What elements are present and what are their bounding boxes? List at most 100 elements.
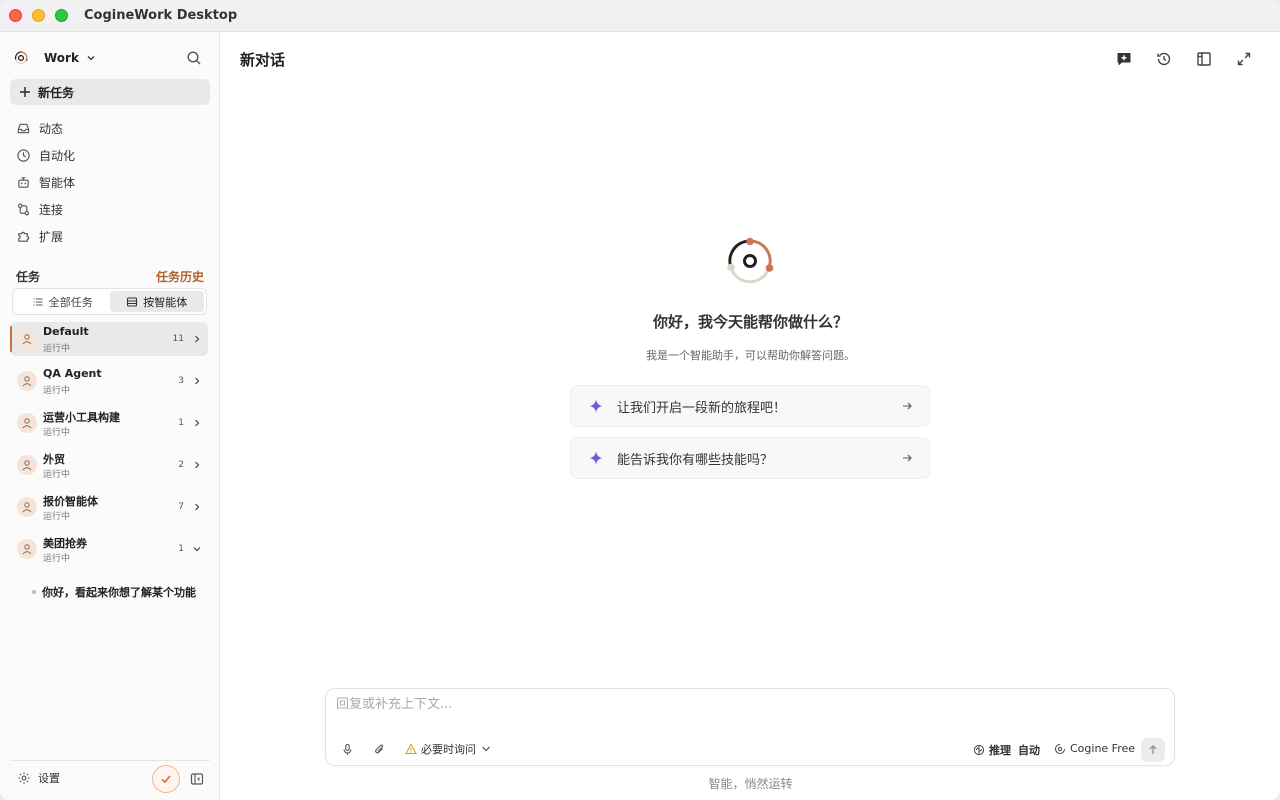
maximize-window-button[interactable] — [55, 9, 68, 22]
connection-icon — [17, 203, 30, 216]
avatar — [17, 371, 37, 391]
agent-status: 运行中 — [43, 512, 71, 522]
chevron-right-icon[interactable] — [192, 376, 202, 386]
sidebar-item-connections[interactable]: 连接 — [10, 196, 210, 223]
layout-panel-icon[interactable] — [1195, 50, 1213, 68]
avatar — [17, 455, 37, 475]
subtask-item[interactable]: 你好，看起来你想了解某个功能 — [32, 584, 204, 600]
sidebar-item-agents[interactable]: 智能体 — [10, 169, 210, 196]
suggestion-card-2[interactable]: 能告诉我你有哪些技能吗？ — [570, 437, 930, 479]
plus-icon — [20, 87, 30, 97]
history-icon[interactable] — [1155, 50, 1173, 68]
user-icon — [22, 418, 32, 429]
suggestion-text: 能告诉我你有哪些技能吗？ — [617, 452, 774, 468]
chevron-right-icon[interactable] — [192, 418, 202, 428]
agent-task-count: 11 — [172, 334, 184, 344]
send-button[interactable] — [1141, 738, 1165, 762]
tab-by-agent[interactable]: 按智能体 — [109, 291, 204, 312]
assistant-logo-icon — [727, 237, 774, 284]
check-icon — [161, 775, 171, 784]
page-title: 新对话 — [240, 51, 286, 69]
sidebar-item-label: 智能体 — [39, 176, 76, 190]
chevron-down-icon[interactable] — [192, 544, 202, 554]
subtask-title: 你好，看起来你想了解某个功能 — [42, 586, 196, 599]
collapse-sidebar-icon[interactable] — [190, 772, 204, 786]
chevron-right-icon[interactable] — [192, 334, 202, 344]
suggestion-card-1[interactable]: 让我们开启一段新的旅程吧！ — [570, 385, 930, 427]
task-status-button[interactable] — [152, 765, 180, 793]
chevron-down-icon — [87, 56, 95, 61]
agent-name: Default — [43, 325, 89, 338]
agent-item-foreign-trade[interactable]: 外贸 运行中 2 — [10, 448, 208, 482]
sidebar-item-label: 自动化 — [39, 149, 76, 163]
greeting-subtitle: 我是一个智能助手，可以帮助你解答问题。 — [646, 349, 855, 362]
robot-icon — [18, 177, 29, 188]
tasks-section-header: 任务 任务历史 — [16, 268, 204, 285]
model-selector[interactable]: Cogine Free — [1054, 742, 1135, 755]
greeting-heading: 你好，我今天能帮你做什么？ — [652, 313, 848, 331]
agent-item-default[interactable]: Default 运行中 11 — [10, 322, 208, 356]
sidebar-item-label: 扩展 — [39, 230, 64, 244]
arrow-up-icon — [1149, 745, 1157, 754]
brain-icon — [973, 744, 985, 756]
agent-name: 报价智能体 — [43, 495, 98, 508]
agent-status: 运行中 — [43, 386, 71, 396]
sparkle-icon — [589, 399, 603, 413]
gear-icon — [18, 772, 30, 784]
agent-list: Default 运行中 11 QA Agent 运行中 3 运营小工具构建 运行… — [10, 322, 208, 574]
microphone-icon[interactable] — [341, 743, 354, 756]
model-label: Cogine Free — [1070, 742, 1136, 755]
task-history-link[interactable]: 任务历史 — [156, 268, 204, 285]
tab-all-tasks[interactable]: 全部任务 — [15, 291, 110, 312]
search-icon[interactable] — [186, 50, 202, 66]
workspace-switcher[interactable]: Work — [12, 48, 97, 68]
new-chat-icon[interactable] — [1115, 50, 1133, 68]
agent-status: 运行中 — [43, 554, 71, 564]
minimize-window-button[interactable] — [32, 9, 45, 22]
window-title: CogineWork Desktop — [84, 8, 238, 23]
suggestion-text: 让我们开启一段新的旅程吧！ — [617, 400, 787, 416]
attachment-icon[interactable] — [373, 743, 386, 756]
agent-item-qa-agent[interactable]: QA Agent 运行中 3 — [10, 364, 208, 398]
agent-task-count: 1 — [178, 418, 184, 428]
avatar — [17, 413, 37, 433]
list-icon — [33, 297, 43, 306]
tab-all-tasks-label: 全部任务 — [48, 295, 93, 309]
clock-icon — [17, 149, 30, 162]
ask-mode-dropdown[interactable]: 必要时询问 — [405, 741, 492, 757]
sidebar-item-automation[interactable]: 自动化 — [10, 142, 210, 169]
reasoning-selector[interactable]: 推理 自动 — [973, 742, 1040, 758]
agent-task-count: 1 — [178, 544, 184, 554]
agent-item-ops-tools[interactable]: 运营小工具构建 运行中 1 — [10, 406, 208, 440]
message-input[interactable] — [336, 697, 1156, 712]
table-icon — [127, 296, 138, 307]
close-window-button[interactable] — [9, 9, 22, 22]
agent-task-count: 2 — [178, 460, 184, 470]
reasoning-value: 自动 — [1018, 744, 1040, 757]
app-logo-icon — [14, 50, 28, 64]
ask-mode-label: 必要时询问 — [421, 743, 476, 756]
agent-item-meituan-coupon[interactable]: 美团抢券 运行中 1 — [10, 532, 208, 566]
chevron-right-icon[interactable] — [192, 460, 202, 470]
agent-item-quote-agent[interactable]: 报价智能体 运行中 7 — [10, 490, 208, 524]
sidebar-nav: 动态 自动化 智能体 连接 扩展 — [10, 115, 210, 250]
new-task-button[interactable]: 新任务 — [10, 79, 210, 105]
arrow-right-icon — [903, 454, 912, 462]
chevron-right-icon[interactable] — [192, 502, 202, 512]
new-task-label: 新任务 — [38, 85, 75, 100]
avatar — [17, 497, 37, 517]
expand-icon[interactable] — [1235, 50, 1253, 68]
sidebar-item-label: 连接 — [39, 203, 64, 217]
title-bar: CogineWork Desktop — [0, 0, 1280, 32]
message-composer: 必要时询问 推理 自动 Cogine Free — [325, 688, 1175, 766]
sparkle-icon — [589, 451, 603, 465]
agent-status: 运行中 — [43, 470, 71, 480]
warning-icon — [405, 743, 417, 755]
sidebar-item-extensions[interactable]: 扩展 — [10, 223, 210, 250]
workspace-name: Work — [44, 51, 79, 65]
sidebar-item-activity[interactable]: 动态 — [10, 115, 210, 142]
app-window: CogineWork Desktop Work 新任务 动态 自动化 智能体 连… — [0, 0, 1280, 800]
settings-button[interactable]: 设置 — [17, 770, 60, 786]
chevron-down-icon — [482, 746, 490, 752]
inbox-icon — [17, 123, 30, 134]
